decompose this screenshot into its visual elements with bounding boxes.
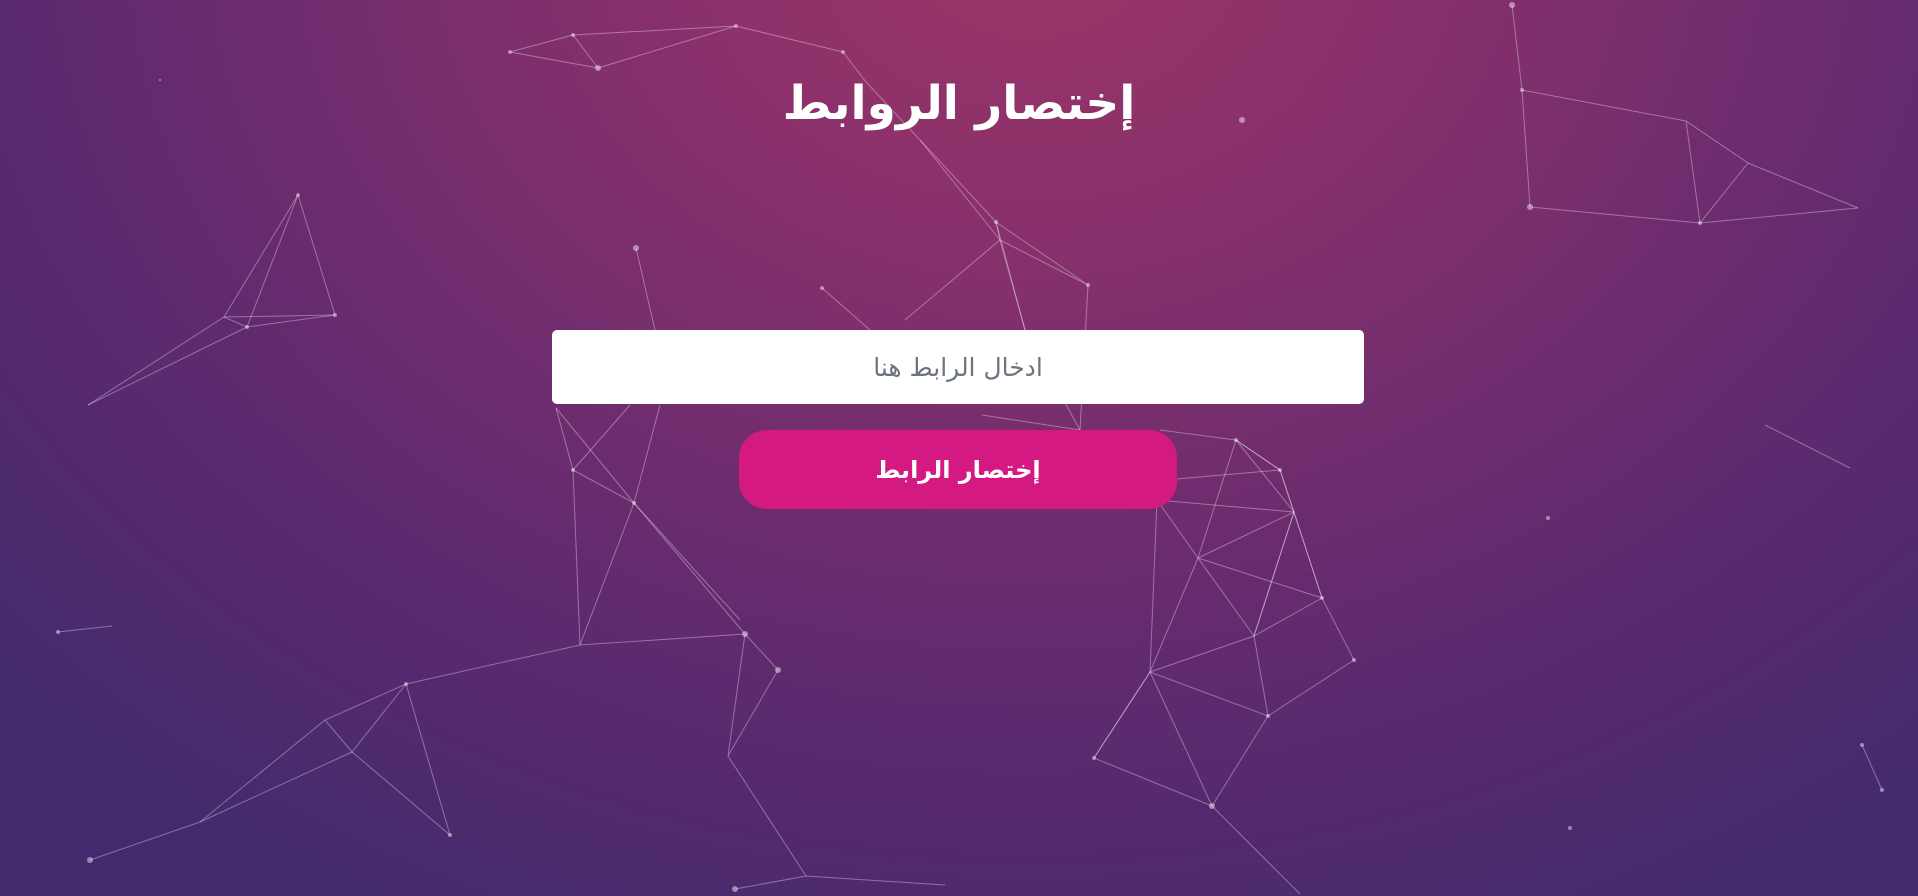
url-input[interactable] [552,330,1364,404]
shorten-url-button[interactable]: إختصار الرابط [739,430,1177,509]
page-title: إختصار الروابط [782,76,1136,131]
